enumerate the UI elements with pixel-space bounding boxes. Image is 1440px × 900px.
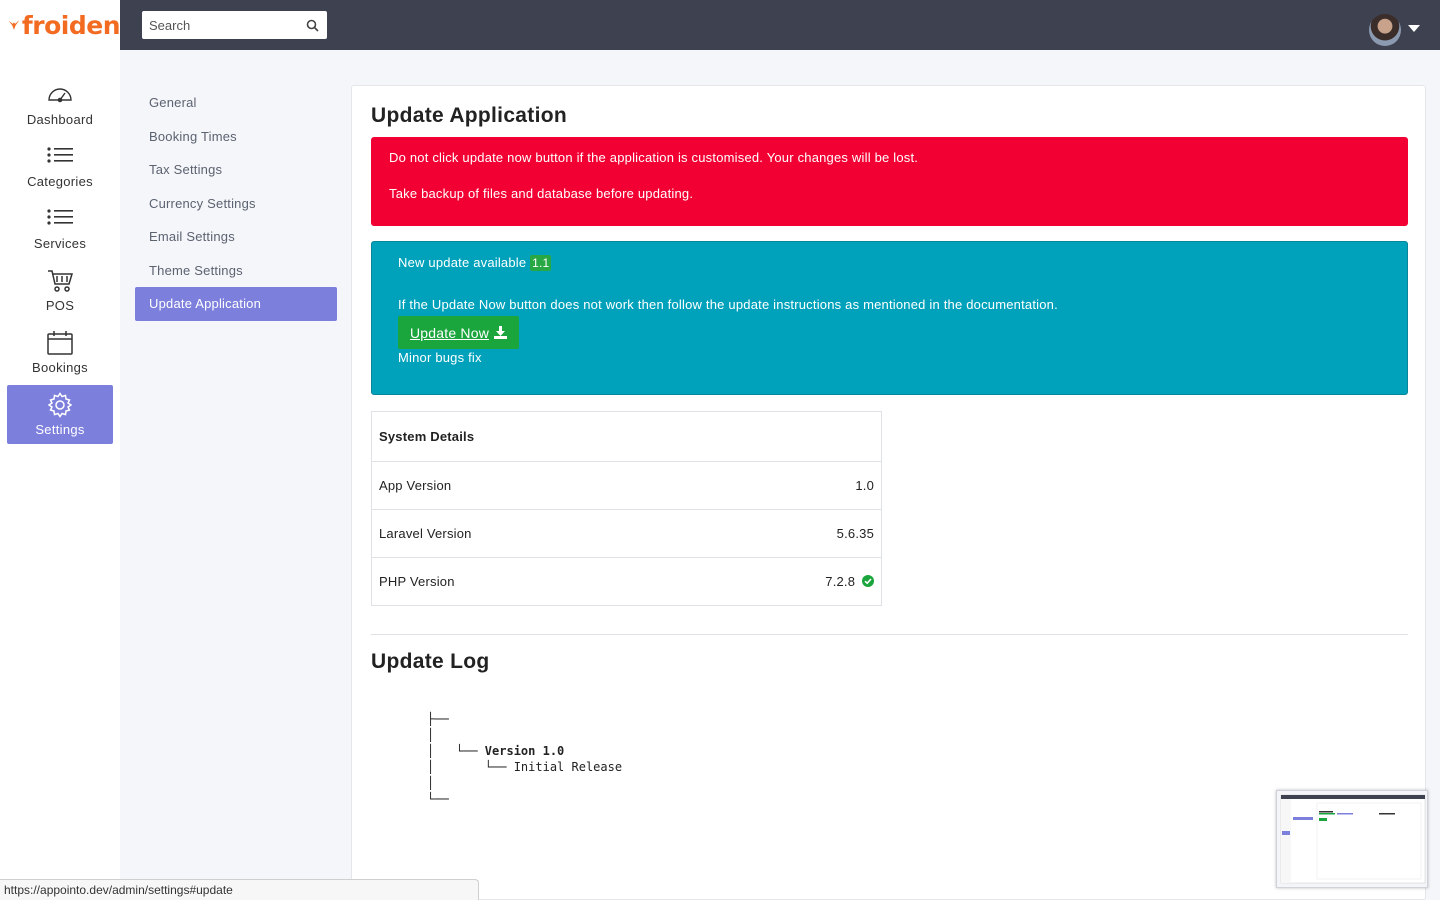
table-row: App Version 1.0 — [371, 461, 882, 510]
warning-alert: Do not click update now button if the ap… — [371, 137, 1408, 226]
nav-item-settings[interactable]: Settings — [7, 385, 113, 444]
update-now-button[interactable]: Update Now — [398, 316, 520, 349]
download-icon — [494, 326, 508, 339]
nav-label-settings: Settings — [35, 422, 85, 437]
settings-menu-theme-settings[interactable]: Theme Settings — [135, 254, 337, 288]
system-details-header: System Details — [379, 429, 475, 444]
nav-item-pos[interactable]: POS — [7, 261, 113, 320]
speedometer-icon — [48, 88, 72, 103]
log-version-label: Version 1.0 — [484, 744, 565, 758]
row-value: 5.6.35 — [692, 509, 882, 558]
check-circle-icon — [862, 575, 874, 587]
main-card: Update Application Do not click update n… — [351, 85, 1426, 900]
nav-label-dashboard: Dashboard — [26, 112, 94, 127]
list-icon — [47, 209, 73, 225]
update-info-alert: New update available 1.1 If the Update N… — [371, 241, 1408, 395]
row-label: PHP Version — [371, 557, 693, 606]
warning-line-2: Take backup of files and database before… — [389, 186, 694, 201]
list-icon — [47, 147, 73, 163]
tree-line: │ — [427, 776, 435, 790]
thumbnail-image — [1280, 794, 1426, 884]
settings-menu-currency-settings[interactable]: Currency Settings — [135, 187, 337, 221]
update-notes: Minor bugs fix — [398, 350, 482, 365]
settings-menu-tax-settings[interactable]: Tax Settings — [135, 153, 337, 187]
tree-line: │ — [427, 728, 435, 742]
nav-label-services: Services — [33, 236, 87, 251]
search-icon[interactable] — [306, 19, 319, 32]
brand-name: froiden — [21, 10, 121, 40]
log-entry: Initial Release — [513, 760, 623, 774]
brand-logo[interactable]: froiden — [0, 0, 121, 50]
settings-menu: General Booking Times Tax Settings Curre… — [135, 86, 337, 321]
system-details-table: System Details App Version 1.0 Laravel V… — [371, 411, 882, 606]
nav-label-bookings: Bookings — [32, 360, 88, 375]
page-title: Update Application — [371, 104, 567, 127]
section-divider — [371, 634, 1408, 635]
settings-menu-update-application[interactable]: Update Application — [135, 287, 337, 321]
gear-icon — [47, 392, 73, 418]
version-badge: 1.1 — [530, 255, 552, 271]
page-thumbnail-preview[interactable] — [1276, 790, 1428, 888]
update-available-line: New update available 1.1 — [398, 255, 1381, 271]
nav-item-dashboard[interactable]: Dashboard — [7, 75, 113, 134]
settings-menu-general[interactable]: General — [135, 86, 337, 120]
bird-logo-icon — [8, 20, 20, 30]
row-label: App Version — [371, 461, 693, 510]
row-value: 7.2.8 — [825, 574, 856, 589]
top-bar — [120, 0, 1440, 50]
update-instructions: If the Update Now button does not work t… — [398, 297, 1058, 312]
user-avatar[interactable] — [1369, 14, 1401, 46]
row-value: 1.0 — [692, 461, 882, 510]
update-now-label: Update Now — [410, 324, 490, 341]
calendar-icon — [47, 331, 73, 355]
row-label: Laravel Version — [371, 509, 693, 558]
cart-icon — [48, 270, 74, 292]
search-box — [142, 11, 327, 39]
settings-menu-booking-times[interactable]: Booking Times — [135, 120, 337, 154]
row-value-cell: 7.2.8 — [692, 557, 882, 606]
settings-menu-email-settings[interactable]: Email Settings — [135, 220, 337, 254]
update-log-title: Update Log — [371, 650, 490, 673]
nav-label-pos: POS — [45, 298, 75, 313]
table-row: Laravel Version 5.6.35 — [371, 509, 882, 558]
table-row: PHP Version 7.2.8 — [371, 557, 882, 606]
update-available-text: New update available — [398, 255, 527, 270]
tree-line: │ └── — [427, 760, 514, 774]
nav-label-categories: Categories — [27, 174, 93, 189]
tree-line: │ └── — [427, 744, 485, 758]
tree-line: └── — [427, 792, 449, 806]
left-navigation: froiden Dashboard Categories Services PO… — [0, 0, 121, 900]
nav-item-categories[interactable]: Categories — [7, 137, 113, 196]
table-header-row: System Details — [372, 412, 882, 462]
nav-item-bookings[interactable]: Bookings — [7, 323, 113, 382]
chevron-down-icon[interactable] — [1408, 25, 1420, 32]
warning-line-1: Do not click update now button if the ap… — [389, 150, 919, 165]
tree-line: ├── — [427, 712, 449, 726]
status-url-bar: https://appointo.dev/admin/settings#upda… — [0, 879, 479, 900]
update-log-tree: ├── │ │ └── Version 1.0 │ └── Initial Re… — [427, 711, 622, 807]
search-input[interactable] — [142, 12, 292, 38]
nav-item-services[interactable]: Services — [7, 199, 113, 258]
